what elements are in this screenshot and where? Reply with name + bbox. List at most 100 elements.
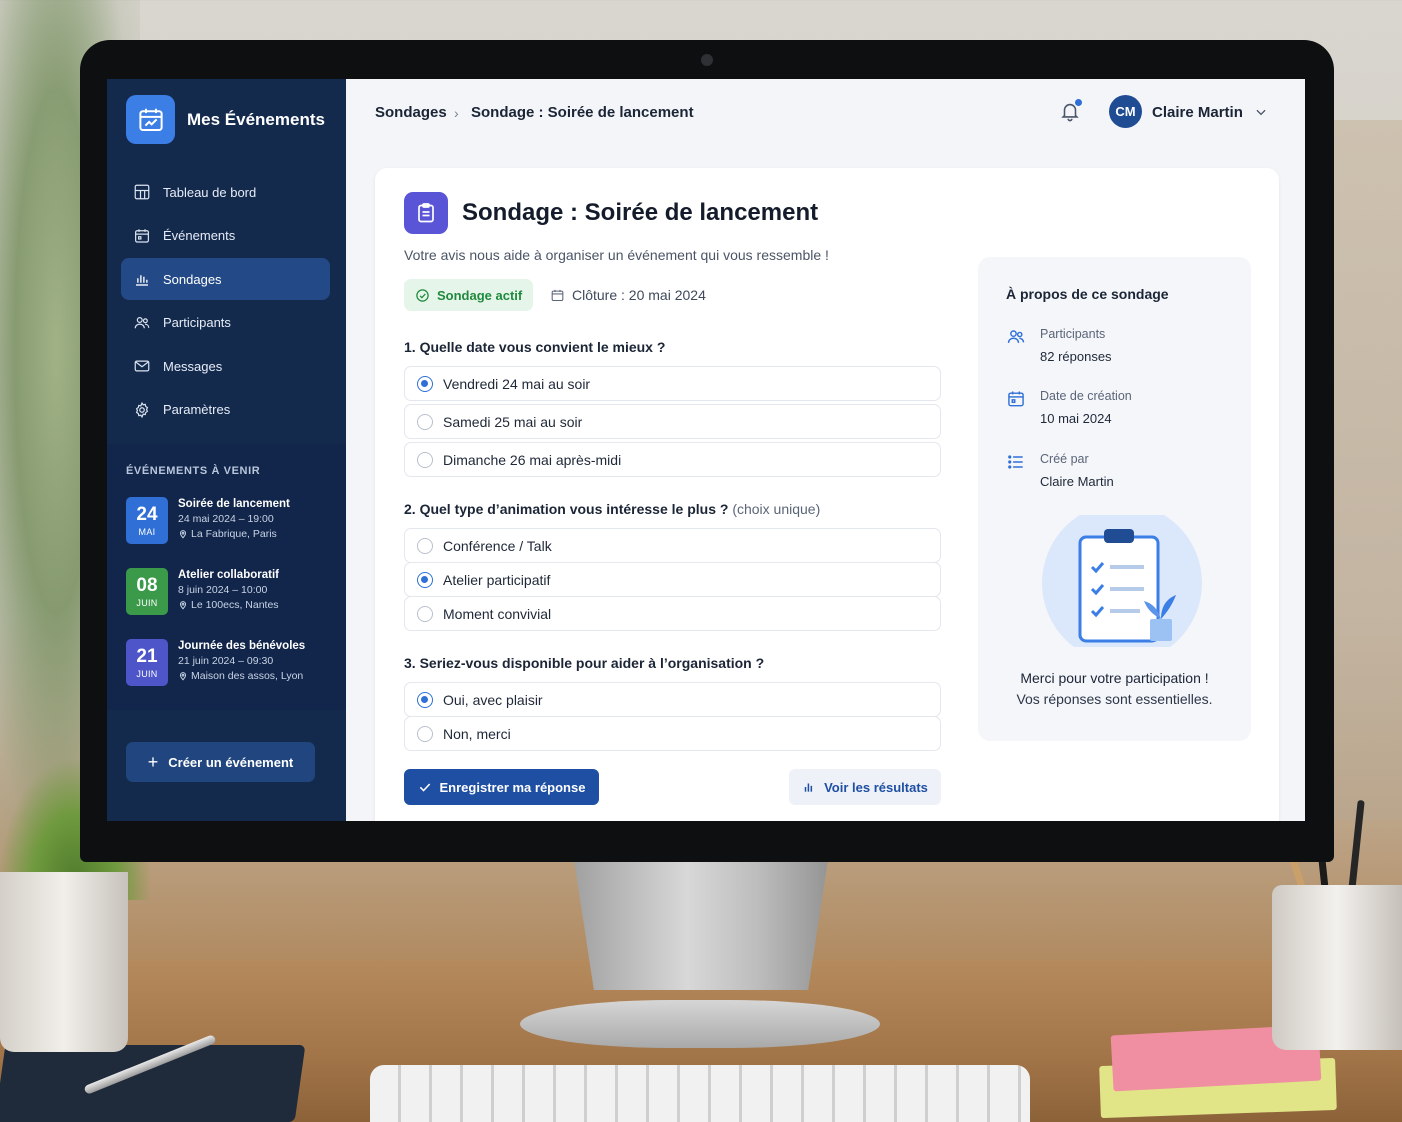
event-datetime: 21 juin 2024 – 09:30 (178, 655, 274, 667)
sidebar-item-messages[interactable]: Messages (121, 345, 330, 387)
sidebar: Mes Événements Tableau de bord Événement… (107, 79, 346, 821)
create-event-button[interactable]: + Créer un événement (126, 742, 315, 782)
check-icon (419, 783, 430, 792)
survey-card: Sondage : Soirée de lancement Votre avis… (375, 168, 1279, 821)
upcoming-event-item[interactable]: 24 MAI Soirée de lancement 24 mai 2024 –… (126, 497, 290, 544)
radio-selected[interactable] (417, 375, 433, 392)
list-icon (1008, 455, 1023, 469)
event-location: Maison des assos, Lyon (178, 670, 305, 682)
screen: Mes Événements Tableau de bord Événement… (107, 79, 1305, 821)
radio-unselected[interactable] (417, 725, 433, 742)
event-month: JUIN (136, 668, 158, 679)
calendar-icon (551, 289, 564, 301)
deadline-text: Clôture : 20 mai 2024 (572, 287, 706, 303)
notebook (0, 1045, 306, 1122)
answer-option[interactable]: Oui, avec plaisir (404, 682, 941, 717)
users-icon (1007, 330, 1025, 343)
answer-option[interactable]: Atelier participatif (404, 562, 941, 597)
thanks-subtext: Vos réponses sont essentielles. (1016, 691, 1213, 707)
about-created-date: Date de création 10 mai 2024 (1006, 389, 1132, 426)
sidebar-item-label: Participants (163, 315, 231, 330)
chevron-right-icon: › (454, 105, 459, 121)
event-day: 08 (136, 574, 158, 596)
sidebar-item-surveys[interactable]: Sondages (121, 258, 330, 300)
event-date-chip: 24 MAI (126, 497, 168, 544)
sidebar-item-settings[interactable]: Paramètres (121, 389, 330, 431)
option-label: Conférence / Talk (443, 537, 552, 554)
upcoming-title: ÉVÉNEMENTS À VENIR (126, 465, 261, 477)
option-label: Samedi 25 mai au soir (443, 413, 583, 430)
event-day: 21 (136, 645, 158, 667)
clipboard-illustration-icon (1042, 515, 1202, 647)
option-label: Dimanche 26 mai après-midi (443, 451, 622, 468)
question-text: 3. Seriez-vous disponible pour aider à l… (404, 655, 765, 671)
sidebar-item-dashboard[interactable]: Tableau de bord (121, 171, 330, 213)
answer-option[interactable]: Conférence / Talk (404, 528, 941, 563)
page-title: Sondage : Soirée de lancement (462, 199, 819, 226)
chevron-down-icon[interactable] (1254, 105, 1268, 119)
keyboard (370, 1065, 1030, 1122)
sidebar-item-events[interactable]: Événements (121, 215, 330, 257)
answer-option[interactable]: Non, merci (404, 716, 941, 751)
option-label: Vendredi 24 mai au soir (443, 375, 591, 392)
answer-option[interactable]: Samedi 25 mai au soir (404, 404, 941, 439)
answer-option[interactable]: Vendredi 24 mai au soir (404, 366, 941, 401)
save-response-button[interactable]: Enregistrer ma réponse (404, 769, 599, 805)
plus-icon: + (147, 752, 159, 772)
brand[interactable]: Mes Événements (126, 95, 325, 144)
upcoming-event-item[interactable]: 21 JUIN Journée des bénévoles 21 juin 20… (126, 639, 305, 686)
avatar[interactable]: CM (1109, 95, 1142, 128)
sidebar-item-label: Sondages (163, 271, 222, 287)
event-location-text: Le 100ecs, Nantes (191, 599, 279, 611)
notification-dot (1075, 99, 1082, 106)
upcoming-event-item[interactable]: 08 JUIN Atelier collaboratif 8 juin 2024… (126, 568, 279, 615)
option-label: Non, merci (443, 725, 511, 742)
radio-selected[interactable] (417, 691, 433, 708)
user-name[interactable]: Claire Martin (1152, 104, 1243, 121)
radio-selected[interactable] (417, 571, 433, 588)
clipboard-icon (404, 192, 448, 234)
event-location: La Fabrique, Paris (178, 528, 290, 540)
radio-unselected[interactable] (417, 537, 433, 554)
radio-unselected[interactable] (417, 413, 433, 430)
bar-chart-icon (804, 783, 813, 792)
map-pin-icon (179, 530, 187, 539)
dashboard-icon (134, 184, 150, 200)
status-badge: Sondage actif (404, 279, 534, 311)
answer-option[interactable]: Dimanche 26 mai après-midi (404, 442, 941, 477)
status-label: Sondage actif (437, 287, 523, 303)
breadcrumb-surveys[interactable]: Sondages (375, 104, 447, 121)
webcam (701, 54, 713, 66)
view-results-button[interactable]: Voir les résultats (789, 769, 941, 805)
radio-unselected[interactable] (417, 451, 433, 468)
event-month: JUIN (136, 597, 158, 608)
view-results-label: Voir les résultats (824, 779, 928, 795)
survey-subtitle: Votre avis nous aide à organiser un évén… (404, 247, 829, 263)
about-key: Date de création (1040, 389, 1132, 403)
sidebar-item-participants[interactable]: Participants (121, 302, 330, 344)
calendar-icon (135, 228, 149, 243)
event-location-text: La Fabrique, Paris (191, 528, 277, 540)
about-value: 82 réponses (1040, 349, 1112, 364)
question-label: 1. Quelle date vous convient le mieux ? (404, 339, 665, 355)
about-key: Créé par (1040, 452, 1089, 466)
option-label: Atelier participatif (443, 571, 551, 588)
topbar: Sondages › Sondage : Soirée de lancement… (346, 79, 1305, 145)
about-value: Claire Martin (1040, 474, 1114, 489)
map-pin-icon (179, 601, 187, 610)
event-name: Journée des bénévoles (178, 640, 306, 652)
question-label: 3. Seriez-vous disponible pour aider à l… (404, 655, 764, 671)
about-value: 10 mai 2024 (1040, 411, 1112, 426)
event-date-chip: 21 JUIN (126, 639, 168, 686)
option-label: Moment convivial (443, 605, 552, 622)
event-name: Atelier collaboratif (178, 569, 279, 581)
option-label: Oui, avec plaisir (443, 691, 543, 708)
about-participants: Participants 82 réponses (1006, 327, 1112, 364)
monitor-stand (574, 860, 828, 990)
answer-option[interactable]: Moment convivial (404, 596, 941, 631)
radio-unselected[interactable] (417, 605, 433, 622)
brand-title: Mes Événements (187, 109, 325, 129)
sidebar-item-label: Messages (163, 358, 223, 374)
about-key: Participants (1040, 327, 1106, 341)
deadline: Clôture : 20 mai 2024 (550, 287, 706, 303)
